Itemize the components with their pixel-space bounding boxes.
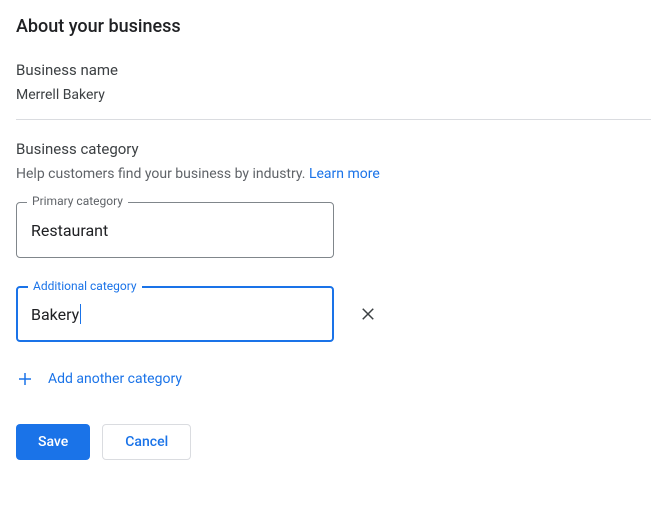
help-text-content: Help customers find your business by ind…: [16, 166, 309, 182]
additional-category-field-label: Additional category: [28, 279, 142, 293]
business-category-help: Help customers find your business by ind…: [16, 166, 651, 182]
add-another-label: Add another category: [48, 371, 182, 387]
learn-more-link[interactable]: Learn more: [309, 166, 380, 182]
plus-icon: [16, 370, 34, 388]
cancel-button[interactable]: Cancel: [102, 424, 191, 460]
page-title: About your business: [16, 16, 651, 37]
divider: [16, 119, 651, 120]
primary-category-field-label: Primary category: [27, 194, 128, 208]
primary-category-field[interactable]: Primary category: [16, 202, 334, 258]
remove-category-button[interactable]: [358, 304, 378, 324]
business-name-label: Business name: [16, 61, 651, 79]
add-another-category-button[interactable]: Add another category: [16, 370, 182, 388]
close-icon: [359, 305, 377, 323]
additional-category-field[interactable]: Additional category Bakery: [16, 286, 334, 342]
business-category-label: Business category: [16, 140, 651, 158]
business-name-value[interactable]: Merrell Bakery: [16, 87, 651, 119]
save-button[interactable]: Save: [16, 424, 90, 460]
additional-category-input[interactable]: Bakery: [31, 304, 81, 324]
button-row: Save Cancel: [16, 424, 651, 460]
primary-category-input[interactable]: [31, 221, 319, 240]
